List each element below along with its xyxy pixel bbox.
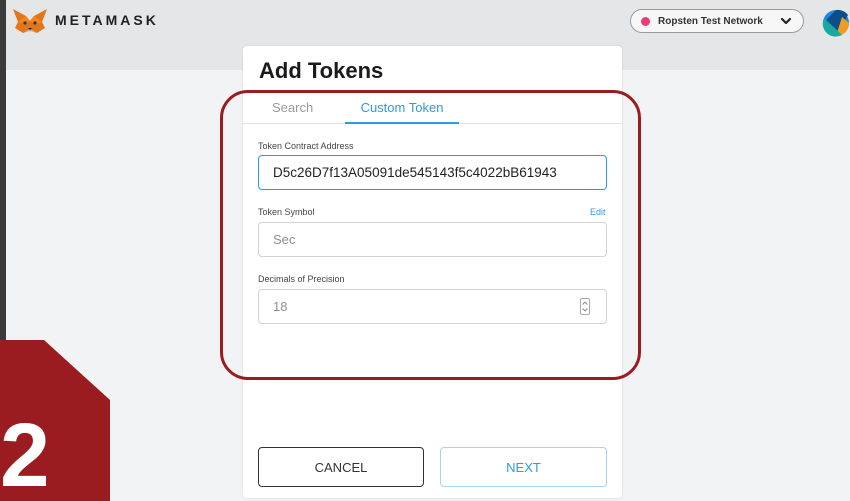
network-label: Ropsten Test Network: [658, 15, 763, 27]
page-title: Add Tokens: [259, 58, 384, 83]
highlight-annotation: [220, 90, 641, 380]
network-status-dot: [641, 16, 650, 26]
app-frame: METAMASK Ropsten Test Network Add Tokens…: [6, 0, 850, 501]
chevron-down-icon: [780, 17, 792, 25]
brand-name: METAMASK: [55, 12, 159, 28]
next-button[interactable]: NEXT: [440, 447, 607, 487]
network-selector[interactable]: Ropsten Test Network: [630, 9, 804, 33]
step-number: 2: [0, 412, 46, 501]
metamask-fox-logo: [13, 9, 47, 33]
cancel-button[interactable]: CANCEL: [258, 447, 424, 487]
account-avatar-icon[interactable]: [822, 9, 850, 37]
